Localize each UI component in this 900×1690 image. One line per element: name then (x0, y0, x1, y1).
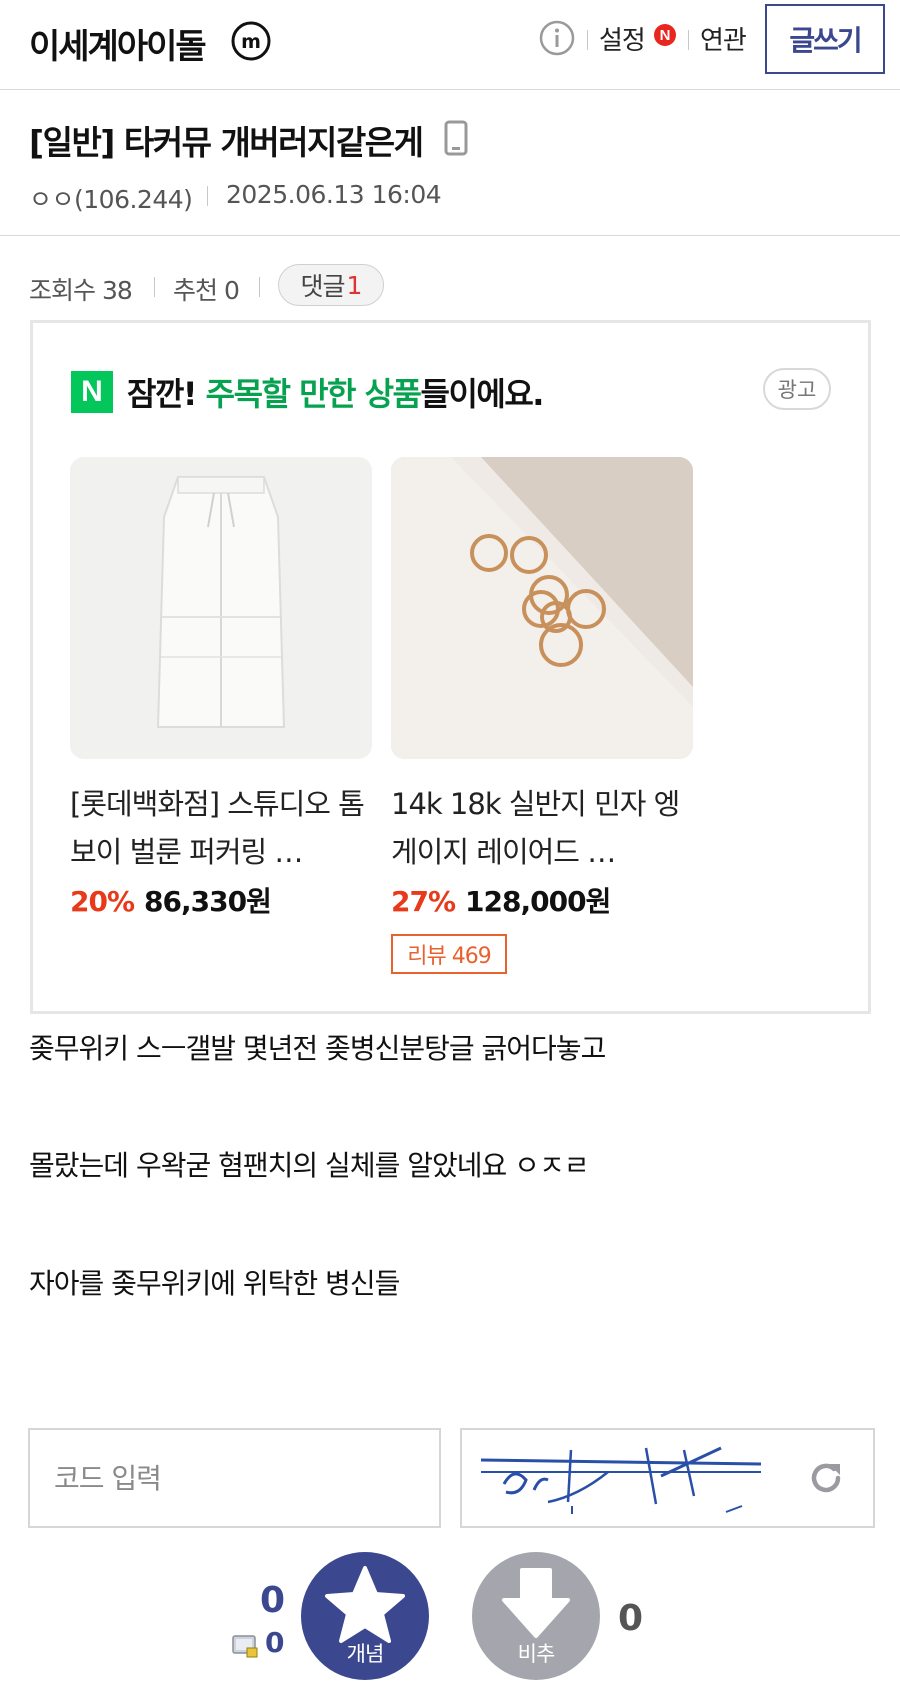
not-recommend-vote-count: 0 (618, 1598, 644, 1639)
ad-box: N 잠깐! 주목할 만한 상품들이에요. 광고 [롯데백화점] 스튜디오 톰보이… (30, 320, 871, 1014)
post-date: 2025.06.13 16:04 (226, 180, 442, 209)
not-recommend-label: 비추 (517, 1642, 556, 1666)
product-discount: 27% (391, 885, 456, 918)
related-button[interactable]: 연관 (700, 20, 747, 57)
product-price-value: 86,330원 (144, 885, 272, 918)
not-recommend-button[interactable]: 비추 (472, 1552, 600, 1680)
post-title: [일반] 타커뮤 개버러지같은게 (29, 123, 424, 162)
divider (587, 30, 588, 50)
recommend-count: 추천 0 (173, 276, 240, 305)
recommend-vote-count: 0 (260, 1580, 286, 1621)
comment-label: 댓글 (300, 272, 346, 301)
rings-image (391, 457, 693, 759)
svg-text:N: N (660, 27, 671, 44)
refresh-icon[interactable] (804, 1456, 848, 1500)
post-header: [일반] 타커뮤 개버러지같은게 ㅇㅇ(106.244) 2025.06.13 … (0, 90, 900, 236)
comment-button[interactable]: 댓글 1 (278, 264, 384, 306)
product-name[interactable]: [롯데백화점] 스튜디오 톰보이 벌룬 퍼커링 … (70, 780, 370, 876)
divider (259, 277, 260, 297)
divider (207, 186, 208, 206)
svg-text:m: m (241, 31, 261, 53)
top-bar: 이세계아이돌 m 설정 N 연관 글쓰기 (0, 0, 900, 90)
post-author[interactable]: ㅇㅇ(106.244) (29, 180, 193, 216)
fixed-user-vote-count: 0 (265, 1626, 285, 1659)
view-count: 조회수 38 (29, 276, 133, 305)
new-badge-icon: N (654, 24, 676, 46)
naver-logo: N (71, 371, 113, 413)
ad-heading-suffix: 들이에요. (420, 375, 545, 413)
captcha-box (460, 1428, 875, 1528)
product-image-rings[interactable] (391, 457, 693, 759)
settings-button[interactable]: 설정 (599, 20, 646, 57)
body-text-line: 좆무위키 스ㅡ갤발 몇년전 좆병신분탕글 긁어다놓고 (29, 1032, 606, 1065)
body-text-line: 몰랐는데 우왁굳 혐팬치의 실체를 알았네요 ㅇㅈㄹ (29, 1149, 589, 1182)
body-text-line: 자아를 좆무위키에 위탁한 병신들 (29, 1267, 400, 1300)
product-name[interactable]: 14k 18k 실반지 민자 엥게이지 레이어드 … (391, 780, 691, 876)
mobile-icon (444, 120, 468, 156)
product-price: 27% 128,000원 (391, 880, 611, 920)
product-price: 20% 86,330원 (70, 880, 272, 920)
captcha-image (480, 1446, 762, 1514)
captcha-code-input[interactable] (28, 1428, 441, 1528)
gallery-name[interactable]: 이세계아이돌 (29, 19, 207, 68)
fixed-user-icon (232, 1635, 258, 1658)
info-icon[interactable] (538, 19, 576, 57)
product-price-value: 128,000원 (465, 885, 611, 918)
recommend-button[interactable]: 개념 (301, 1552, 429, 1680)
review-badge: 리뷰 469 (391, 934, 507, 974)
skirt-image (70, 457, 372, 759)
recommend-label: 개념 (346, 1642, 385, 1666)
product-image-skirt[interactable] (70, 457, 372, 759)
divider (154, 277, 155, 297)
ad-label[interactable]: 광고 (763, 368, 831, 410)
write-button[interactable]: 글쓰기 (765, 4, 885, 74)
ad-heading-prefix: 잠깐! (127, 375, 206, 413)
product-discount: 20% (70, 885, 135, 918)
ad-heading-highlight: 주목할 만한 상품 (205, 375, 422, 413)
divider (688, 30, 689, 50)
minor-gallery-icon: m (231, 21, 271, 61)
comment-count: 1 (346, 270, 363, 300)
ad-heading: 잠깐! 주목할 만한 상품들이에요. (127, 369, 545, 415)
